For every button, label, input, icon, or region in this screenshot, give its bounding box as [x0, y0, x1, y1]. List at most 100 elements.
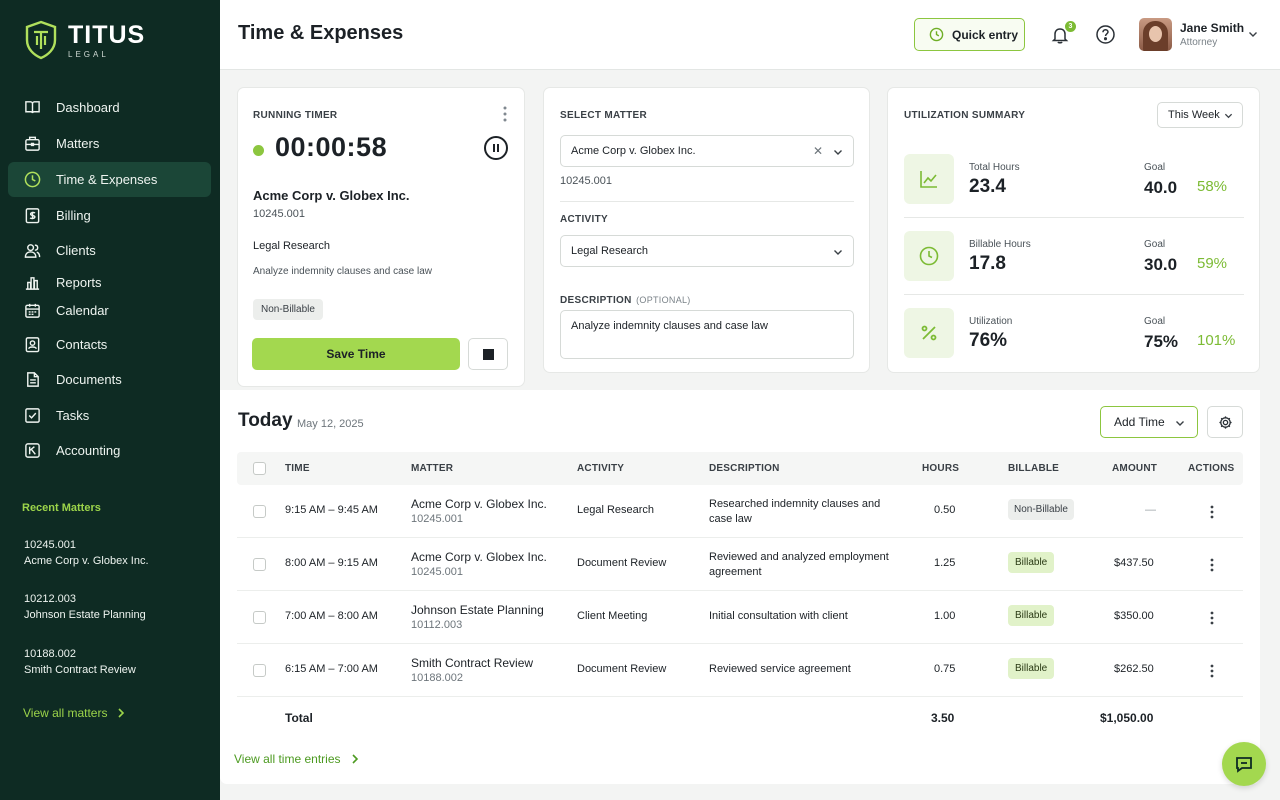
- running-timer-label: RUNNING TIMER: [253, 110, 338, 121]
- entry-billable: Billable: [1008, 552, 1055, 573]
- entry-description: Reviewed and analyzed employment agreeme…: [709, 551, 889, 578]
- invoice-icon: [25, 208, 40, 224]
- add-time-label: Add Time: [1114, 415, 1165, 429]
- activity-select[interactable]: Legal Research: [560, 235, 854, 267]
- recent-matter-name: Johnson Estate Planning: [24, 609, 146, 621]
- nav-item-calendar[interactable]: Calendar: [8, 293, 211, 328]
- accounting-icon: [25, 443, 40, 458]
- table-settings-button[interactable]: [1207, 406, 1243, 438]
- column-header-matter[interactable]: MATTER: [411, 463, 453, 474]
- recent-matter-item[interactable]: 10245.001 Acme Corp v. Globex Inc.: [24, 537, 149, 569]
- quick-entry-button[interactable]: Quick entry: [914, 18, 1025, 51]
- goal-label: Goal: [1144, 316, 1166, 327]
- divider: [904, 217, 1244, 218]
- total-hours: 3.50: [931, 711, 955, 725]
- percent-icon: [904, 308, 954, 358]
- billable-status-badge: Billable: [1008, 605, 1055, 626]
- nav-item-dashboard[interactable]: Dashboard: [8, 90, 211, 125]
- entry-time: 8:00 AM – 9:15 AM: [285, 557, 378, 569]
- nav-label: Contacts: [56, 337, 108, 352]
- nav-item-billing[interactable]: Billing: [8, 198, 211, 233]
- stop-button[interactable]: [468, 338, 508, 370]
- row-actions-icon[interactable]: [1210, 505, 1214, 519]
- user-avatar[interactable]: [1139, 18, 1172, 51]
- entry-matter[interactable]: Acme Corp v. Globex Inc.: [411, 497, 547, 511]
- entry-matter[interactable]: Acme Corp v. Globex Inc.: [411, 550, 547, 564]
- table-row[interactable]: 6:15 AM – 7:00 AM Smith Contract Review …: [237, 644, 1243, 697]
- brand-logo[interactable]: TITUS LEGAL: [24, 20, 145, 60]
- entry-amount: $437.50: [1114, 557, 1154, 569]
- entry-matter-id: 10245.001: [411, 513, 463, 525]
- row-actions-icon[interactable]: [1210, 664, 1214, 678]
- nav-item-matters[interactable]: Matters: [8, 126, 211, 161]
- save-time-button[interactable]: Save Time: [252, 338, 460, 370]
- running-timer-card: RUNNING TIMER 00:00:58 Acme Corp v. Glob…: [237, 87, 525, 387]
- description-textarea[interactable]: Analyze indemnity clauses and case law: [560, 310, 854, 359]
- table-row[interactable]: 8:00 AM – 9:15 AM Acme Corp v. Globex In…: [237, 538, 1243, 591]
- matter-select-value: Acme Corp v. Globex Inc.: [571, 145, 696, 157]
- brand-name: TITUS: [68, 20, 146, 49]
- column-header-hours[interactable]: HOURS: [922, 463, 959, 474]
- timer-description: Analyze indemnity clauses and case law: [253, 266, 432, 277]
- help-icon[interactable]: [1095, 24, 1116, 45]
- period-select[interactable]: This Week: [1157, 102, 1243, 128]
- row-actions-icon[interactable]: [1210, 558, 1214, 572]
- row-checkbox[interactable]: [253, 611, 266, 624]
- view-all-time-entries-link[interactable]: View all time entries: [234, 752, 359, 766]
- recent-matter-item[interactable]: 10188.002 Smith Contract Review: [24, 646, 136, 678]
- goal-percent: 101%: [1197, 332, 1236, 349]
- nav-item-time-expenses[interactable]: Time & Expenses: [8, 162, 211, 197]
- recent-matter-id: 10245.001: [24, 539, 76, 551]
- nav-label: Calendar: [56, 303, 109, 318]
- reports-icon: [25, 277, 40, 290]
- timer-display: 00:00:58: [275, 132, 388, 162]
- nav-item-documents[interactable]: Documents: [8, 362, 211, 397]
- clock-icon: [904, 231, 954, 281]
- nav-item-contacts[interactable]: Contacts: [8, 327, 211, 362]
- row-checkbox[interactable]: [253, 505, 266, 518]
- utilization-value: 76%: [969, 330, 1008, 351]
- nav-label: Clients: [56, 243, 96, 258]
- add-time-button[interactable]: Add Time: [1100, 406, 1198, 438]
- column-header-description[interactable]: DESCRIPTION: [709, 463, 780, 474]
- utilization-name: Billable Hours: [969, 239, 1031, 250]
- clear-icon[interactable]: ✕: [813, 144, 823, 158]
- entry-matter[interactable]: Johnson Estate Planning: [411, 603, 544, 617]
- entry-matter[interactable]: Smith Contract Review: [411, 656, 533, 670]
- chevron-down-icon: [834, 150, 842, 155]
- table-row[interactable]: 9:15 AM – 9:45 AM Acme Corp v. Globex In…: [237, 485, 1243, 538]
- users-icon: [24, 244, 41, 258]
- description-optional: (OPTIONAL): [636, 295, 691, 305]
- chevron-down-icon[interactable]: [1248, 29, 1258, 39]
- table-row[interactable]: 7:00 AM – 8:00 AM Johnson Estate Plannin…: [237, 591, 1243, 644]
- chat-button[interactable]: [1222, 742, 1266, 786]
- goal-value: 40.0: [1144, 178, 1178, 197]
- recent-matter-item[interactable]: 10212.003 Johnson Estate Planning: [24, 591, 146, 623]
- select-all-checkbox[interactable]: [253, 462, 266, 475]
- nav-label: Billing: [56, 208, 91, 223]
- view-all-matters-link[interactable]: View all matters: [23, 706, 125, 720]
- entry-amount: $262.50: [1114, 663, 1154, 675]
- row-checkbox[interactable]: [253, 558, 266, 571]
- row-checkbox[interactable]: [253, 664, 266, 677]
- matter-select[interactable]: Acme Corp v. Globex Inc. ✕: [560, 135, 854, 167]
- running-indicator: [253, 145, 264, 156]
- nav-item-accounting[interactable]: Accounting: [8, 433, 211, 468]
- utilization-value: 23.4: [969, 176, 1006, 197]
- user-role: Attorney: [1180, 37, 1218, 48]
- column-header-activity[interactable]: ACTIVITY: [577, 463, 624, 474]
- table-header: TIME MATTER ACTIVITY DESCRIPTION HOURS B…: [237, 452, 1243, 485]
- entry-activity: Legal Research: [577, 504, 655, 516]
- row-actions-icon[interactable]: [1210, 611, 1214, 625]
- description-label-group: DESCRIPTION (OPTIONAL): [560, 290, 691, 308]
- divider: [904, 294, 1244, 295]
- more-options-icon[interactable]: [503, 106, 507, 122]
- pause-button[interactable]: [484, 136, 508, 160]
- column-header-time[interactable]: TIME: [285, 463, 310, 474]
- entry-matter-id: 10245.001: [411, 566, 463, 578]
- chevron-right-icon: [351, 754, 358, 764]
- column-header-amount[interactable]: AMOUNT: [1112, 463, 1157, 474]
- nav-item-clients[interactable]: Clients: [8, 233, 211, 268]
- nav-item-tasks[interactable]: Tasks: [8, 398, 211, 433]
- column-header-billable[interactable]: BILLABLE: [1008, 463, 1059, 474]
